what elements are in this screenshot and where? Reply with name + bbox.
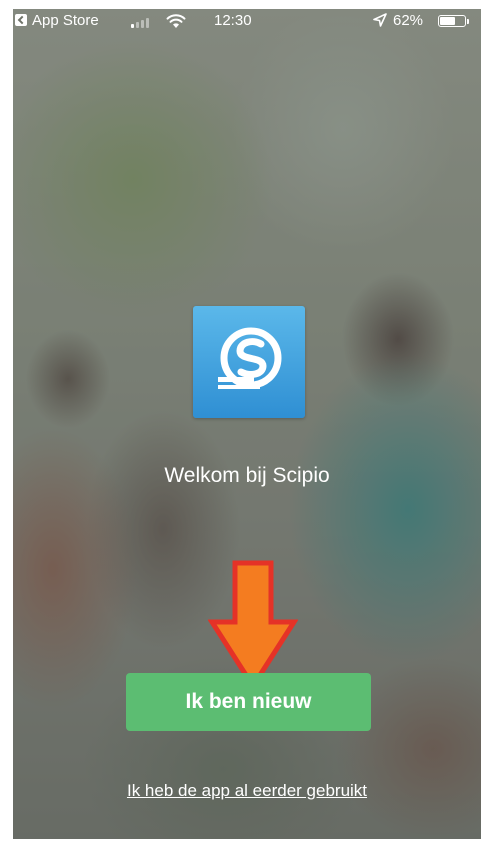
down-arrow-icon <box>208 560 298 690</box>
ik-ben-nieuw-button[interactable]: Ik ben nieuw <box>126 673 371 731</box>
back-to-app-store[interactable]: App Store <box>32 12 99 29</box>
status-bar: App Store 12:30 62% <box>13 9 481 33</box>
already-used-app-link[interactable]: Ik heb de app al eerder gebruikt <box>13 781 481 801</box>
welcome-title: Welkom bij Scipio <box>164 464 330 487</box>
battery-icon <box>438 15 466 27</box>
battery-percentage: 62% <box>393 12 424 29</box>
wifi-icon <box>166 14 186 28</box>
app-screen: App Store 12:30 62% Welkom bij Scipio Ik… <box>13 9 481 839</box>
scipio-logo-icon <box>193 306 305 418</box>
cellular-signal-icon <box>131 16 157 28</box>
battery-level <box>440 17 455 25</box>
clock: 12:30 <box>214 12 252 29</box>
battery-tip <box>467 19 469 24</box>
location-arrow-icon <box>373 13 387 27</box>
back-arrow-icon[interactable] <box>15 14 27 26</box>
